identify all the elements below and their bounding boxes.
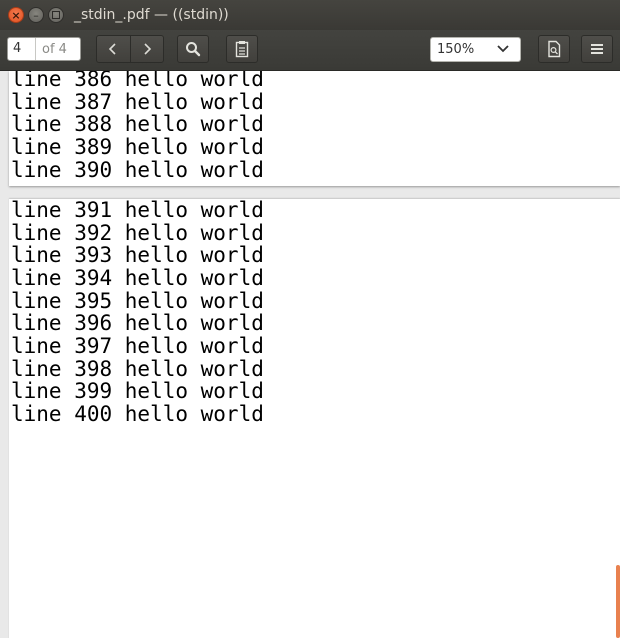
text-line: line 387 hello world: [11, 90, 264, 114]
text-line: line 390 hello world: [11, 158, 264, 182]
pdf-page: line 391 hello world line 392 hello worl…: [9, 199, 620, 638]
search-icon: [186, 42, 201, 57]
chevron-down-icon: [497, 45, 509, 53]
text-line: line 393 hello world: [11, 243, 264, 267]
chevron-left-icon: [109, 43, 116, 55]
pdf-page: line 386 hello world line 387 hello worl…: [9, 71, 620, 186]
close-button[interactable]: ×: [8, 7, 24, 23]
zoom-dropdown[interactable]: 150%: [430, 37, 521, 62]
text-line: line 397 hello world: [11, 334, 264, 358]
zoom-value: 150%: [437, 42, 475, 57]
text-line: line 388 hello world: [11, 112, 264, 136]
minimize-button[interactable]: –: [28, 7, 44, 23]
text-line: line 392 hello world: [11, 221, 264, 245]
text-line: line 391 hello world: [11, 198, 264, 222]
previous-page-button[interactable]: [97, 36, 130, 62]
chevron-right-icon: [144, 43, 151, 55]
document-icon: [548, 40, 561, 58]
hamburger-menu-icon: [591, 44, 603, 54]
text-line: line 394 hello world: [11, 266, 264, 290]
text-line: line 400 hello world: [11, 402, 264, 426]
page-total-label: of 4: [42, 41, 67, 57]
minimize-icon: –: [33, 8, 39, 22]
document-viewer[interactable]: line 386 hello world line 387 hello worl…: [0, 71, 620, 638]
toolbar: 4 of 4 150%: [0, 30, 620, 71]
text-line: line 398 hello world: [11, 357, 264, 381]
annotations-button[interactable]: [226, 35, 258, 63]
text-line: line 396 hello world: [11, 311, 264, 335]
maximize-icon: [52, 11, 60, 19]
page-number-input[interactable]: 4: [8, 38, 36, 60]
next-page-button[interactable]: [129, 36, 164, 62]
search-button[interactable]: [177, 35, 209, 63]
menu-button[interactable]: [581, 35, 613, 63]
text-line: line 395 hello world: [11, 289, 264, 313]
text-line: line 389 hello world: [11, 135, 264, 159]
page-selector: 4 of 4: [7, 37, 81, 61]
title-bar: × – _stdin_.pdf — ((stdin)): [0, 0, 620, 30]
scrollbar-indicator[interactable]: [616, 565, 620, 638]
close-icon: ×: [11, 8, 21, 22]
page-navigation: [96, 35, 164, 63]
window-title: _stdin_.pdf — ((stdin)): [74, 7, 229, 23]
clipboard-icon: [235, 41, 249, 58]
text-line: line 399 hello world: [11, 379, 264, 403]
document-view-button[interactable]: [538, 35, 570, 63]
maximize-button[interactable]: [48, 7, 64, 23]
text-line: line 386 hello world: [11, 71, 264, 91]
